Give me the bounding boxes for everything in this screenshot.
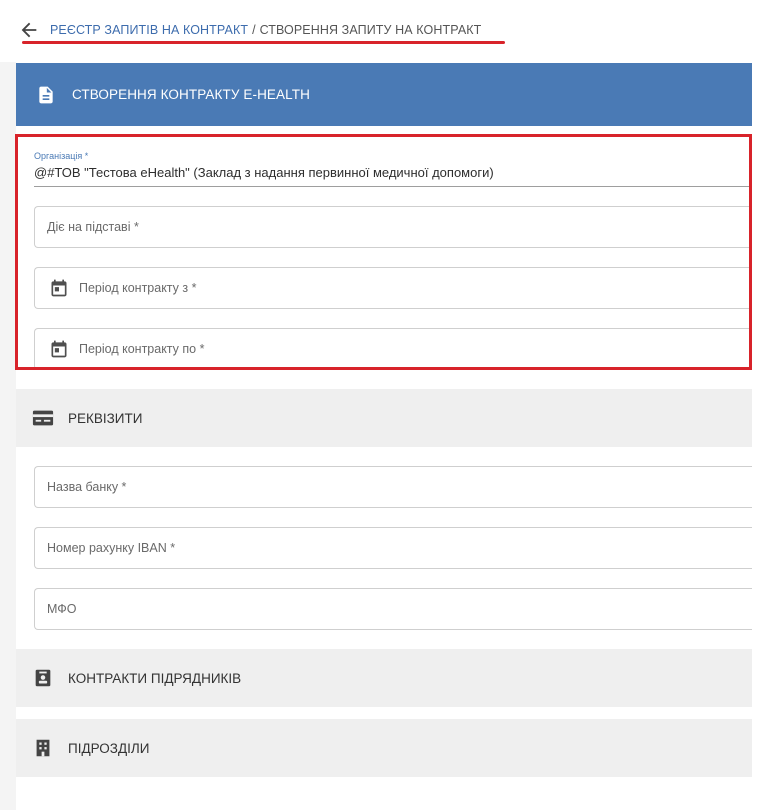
badge-icon — [35, 669, 51, 687]
breadcrumb-separator: / — [252, 23, 256, 37]
section-divisions-title: ПІДРОЗДІЛИ — [68, 740, 150, 756]
panel-header: СТВОРЕННЯ КОНТРАКТУ E-HEALTH — [16, 63, 752, 126]
section-requisites-title: РЕКВІЗИТИ — [68, 410, 143, 426]
organization-underline — [34, 186, 752, 187]
breadcrumb: РЕЄСТР ЗАПИТІВ НА КОНТРАКТ / СТВОРЕННЯ З… — [18, 19, 481, 41]
section-requisites[interactable]: РЕКВІЗИТИ — [16, 389, 752, 447]
bank-name-field[interactable]: Назва банку * — [34, 466, 752, 508]
calendar-icon[interactable] — [49, 278, 69, 298]
mfo-placeholder: МФО — [47, 602, 77, 616]
section-contractors[interactable]: КОНТРАКТИ ПІДРЯДНИКІВ — [16, 649, 752, 707]
iban-placeholder: Номер рахунку IBAN * — [47, 541, 176, 555]
building-icon — [36, 739, 50, 757]
breadcrumb-highlight-underline — [22, 41, 505, 44]
credit-card-icon — [32, 410, 54, 426]
left-gutter — [0, 0, 16, 810]
organization-field[interactable]: @#ТОВ "Тестова eHealth" (Заклад з наданн… — [34, 165, 494, 180]
organization-label: Організація * — [34, 151, 89, 161]
period-from-placeholder: Період контракту з * — [79, 281, 197, 295]
section-divisions[interactable]: ПІДРОЗДІЛИ — [16, 719, 752, 777]
panel-title: СТВОРЕННЯ КОНТРАКТУ E-HEALTH — [72, 87, 310, 102]
basis-placeholder: Діє на підставі * — [47, 220, 139, 234]
calendar-icon[interactable] — [49, 339, 69, 359]
period-to-placeholder: Період контракту по * — [79, 342, 205, 356]
mfo-field[interactable]: МФО — [34, 588, 752, 630]
basis-field[interactable]: Діє на підставі * — [34, 206, 752, 248]
period-from-field[interactable]: Період контракту з * — [34, 267, 752, 309]
iban-field[interactable]: Номер рахунку IBAN * — [34, 527, 752, 569]
bank-name-placeholder: Назва банку * — [47, 480, 127, 494]
breadcrumb-current: СТВОРЕННЯ ЗАПИТУ НА КОНТРАКТ — [259, 23, 482, 37]
section-contractors-title: КОНТРАКТИ ПІДРЯДНИКІВ — [68, 670, 242, 686]
period-to-field[interactable]: Період контракту по * — [34, 328, 752, 370]
back-arrow-icon[interactable] — [18, 19, 40, 41]
breadcrumb-registry-link[interactable]: РЕЄСТР ЗАПИТІВ НА КОНТРАКТ — [50, 23, 248, 37]
document-icon — [39, 86, 53, 103]
